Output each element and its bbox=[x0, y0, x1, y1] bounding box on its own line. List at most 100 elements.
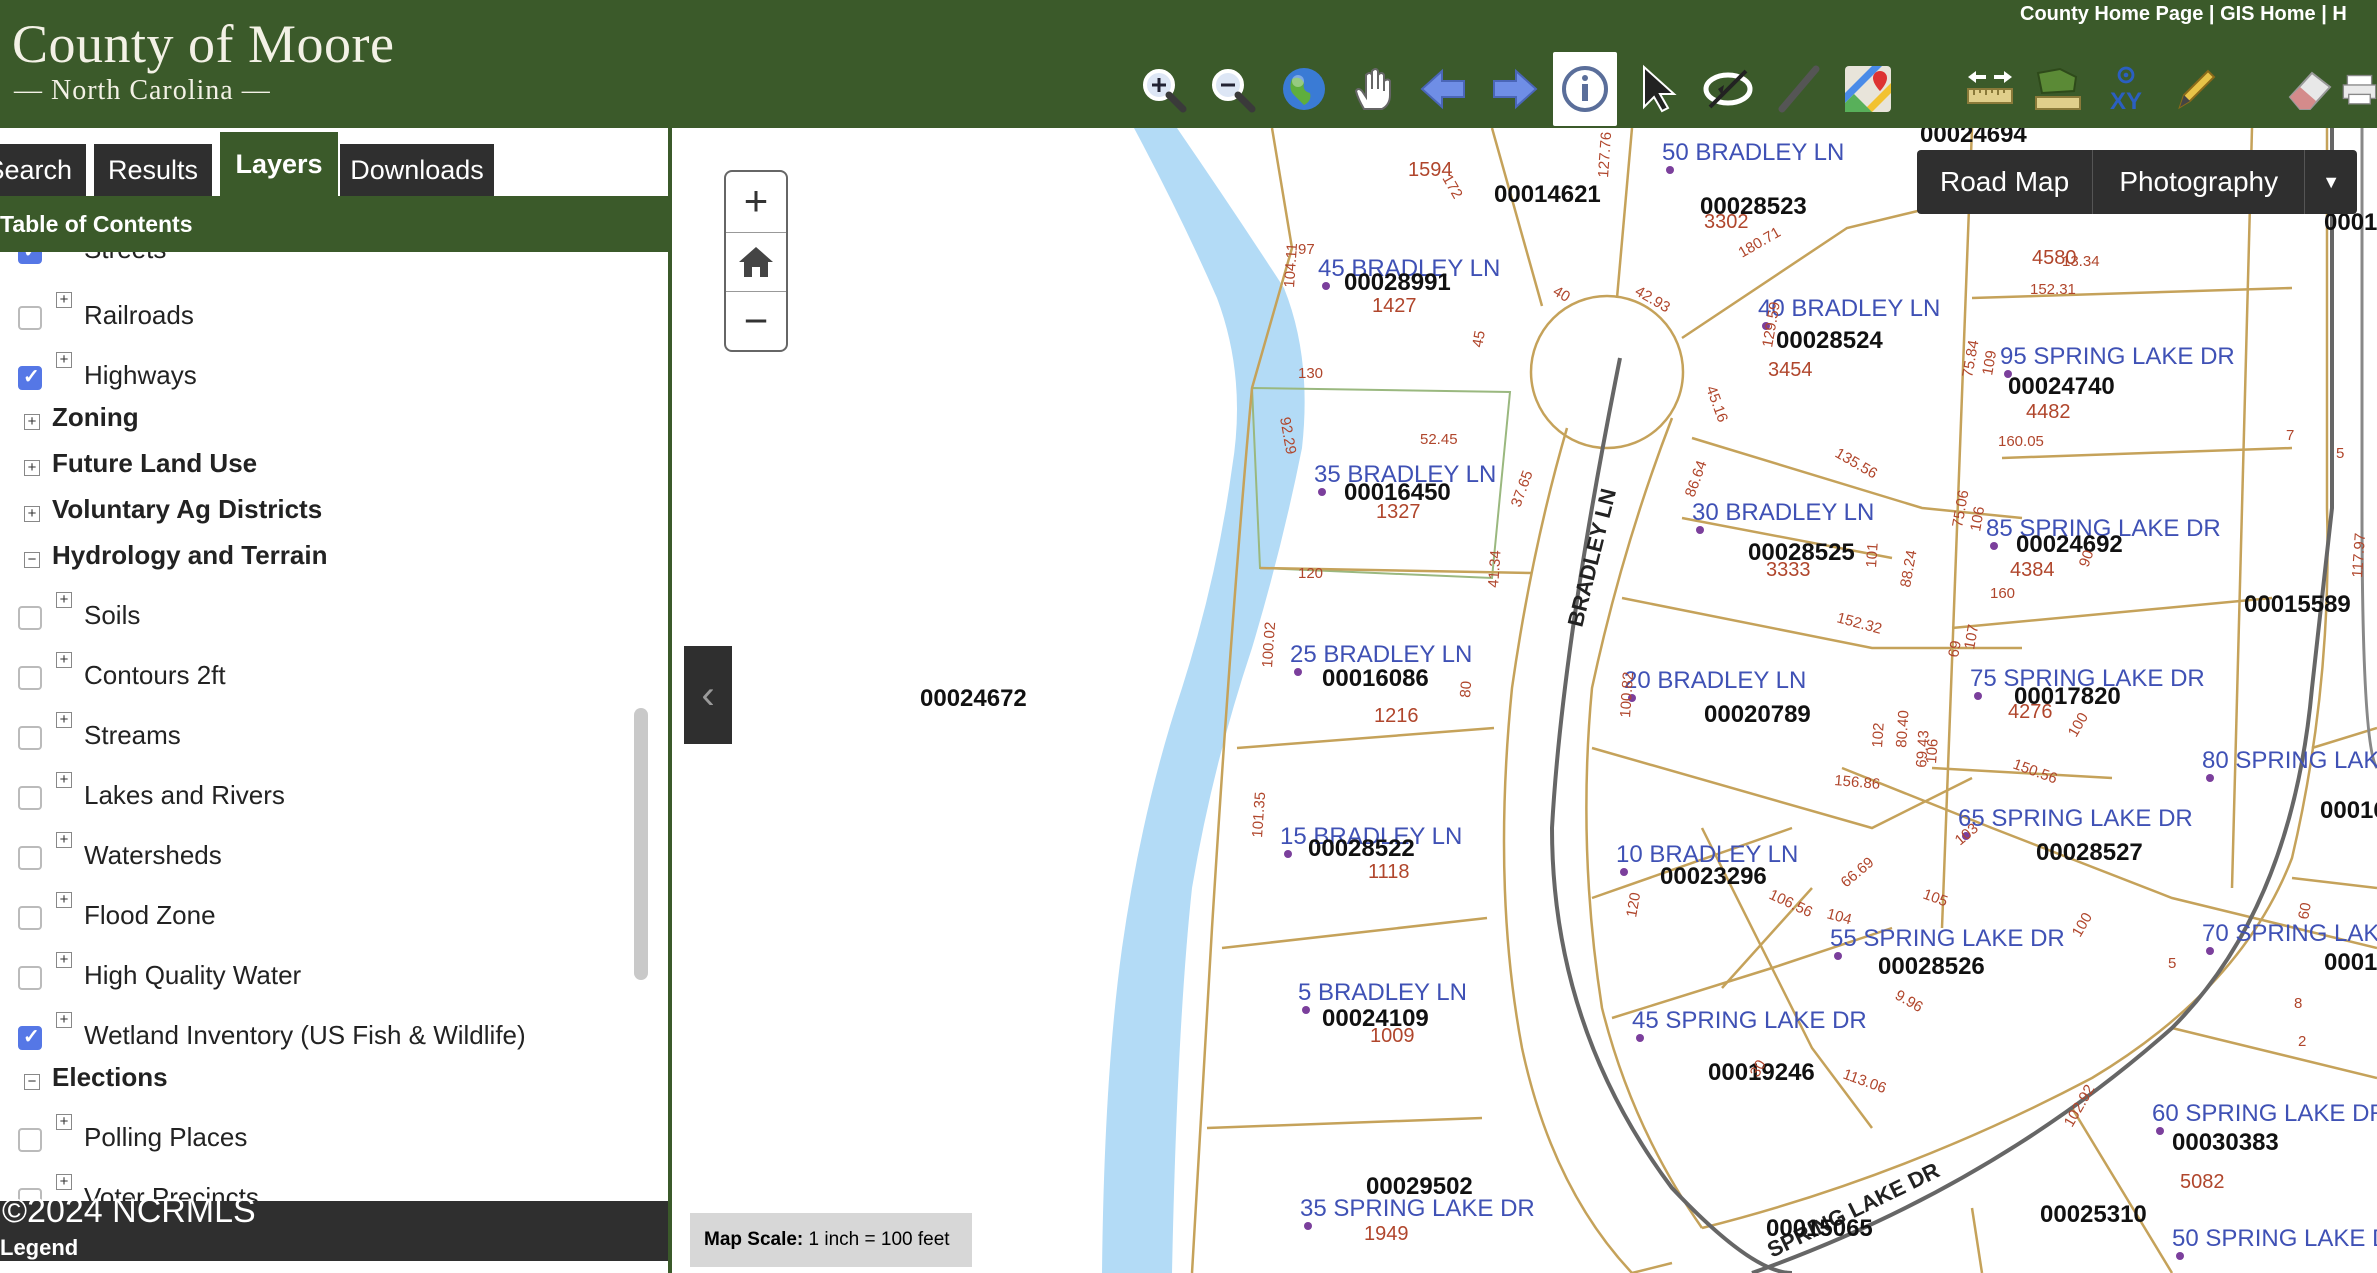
dimension-label: 120 bbox=[1623, 891, 1644, 919]
layer-checkbox-railroads[interactable] bbox=[18, 306, 42, 330]
previous-extent-tool[interactable] bbox=[1412, 52, 1476, 126]
measure-distance-tool[interactable] bbox=[1958, 52, 2022, 126]
next-extent-tool[interactable] bbox=[1482, 52, 1546, 126]
zoom-in-tool[interactable] bbox=[1131, 52, 1195, 126]
address-point-icon bbox=[1834, 952, 1842, 960]
left-panel: Search Results Layers Downloads Table of… bbox=[0, 128, 672, 1273]
layer-checkbox-flood-zone[interactable] bbox=[18, 906, 42, 930]
address-point-icon bbox=[1620, 868, 1628, 876]
group-row-voluntary-ag-districts[interactable]: + Voluntary Ag Districts bbox=[0, 490, 600, 530]
address-point-icon bbox=[1990, 542, 1998, 550]
tab-search-label: Search bbox=[0, 154, 72, 185]
group-row-future-land-use[interactable]: + Future Land Use bbox=[0, 444, 600, 484]
zoom-in-label: + bbox=[743, 177, 769, 224]
expand-icon[interactable]: + bbox=[56, 1114, 72, 1130]
expand-icon[interactable]: + bbox=[24, 460, 40, 476]
select-tool[interactable] bbox=[1626, 52, 1690, 126]
layer-row-highways[interactable]: + Highways bbox=[0, 352, 600, 392]
parcel-id-label: 00015065 bbox=[1766, 1215, 1873, 1242]
address-point-icon bbox=[1302, 1006, 1310, 1014]
expand-icon[interactable]: + bbox=[56, 772, 72, 788]
expand-icon[interactable]: + bbox=[56, 1012, 72, 1028]
toc-header: Table of Contents bbox=[0, 196, 668, 252]
layer-checkbox-watersheds[interactable] bbox=[18, 846, 42, 870]
print-tool[interactable] bbox=[2342, 52, 2377, 126]
group-row-elections[interactable]: − Elections bbox=[0, 1058, 600, 1098]
tab-results[interactable]: Results bbox=[94, 144, 212, 196]
zoom-in-button[interactable]: + bbox=[726, 172, 786, 230]
toc-scrollbar[interactable] bbox=[634, 708, 648, 980]
pan-tool[interactable] bbox=[1342, 52, 1406, 126]
top-links[interactable]: County Home Page | GIS Home | H bbox=[2020, 0, 2377, 28]
expand-icon[interactable]: + bbox=[56, 292, 72, 308]
expand-icon[interactable]: + bbox=[56, 892, 72, 908]
measure-area-tool[interactable] bbox=[2026, 52, 2090, 126]
layer-row-soils[interactable]: + Soils bbox=[0, 592, 600, 632]
layer-row-flood-zone[interactable]: + Flood Zone bbox=[0, 892, 600, 932]
layer-row-railroads[interactable]: + Railroads bbox=[0, 292, 600, 332]
logo-subtitle: — North Carolina — bbox=[14, 75, 271, 106]
collapse-icon[interactable]: − bbox=[24, 552, 40, 568]
collapse-panel-button[interactable]: ‹ bbox=[684, 646, 732, 744]
dimension-label: 40 bbox=[1550, 283, 1573, 306]
google-maps-tool[interactable] bbox=[1836, 52, 1900, 126]
group-row-zoning[interactable]: + Zoning bbox=[0, 398, 600, 438]
layer-row-high-quality-water[interactable]: + High Quality Water bbox=[0, 952, 600, 992]
toc-list[interactable]: + Streets + Railroads + Highways + Zonin… bbox=[0, 252, 650, 1202]
layer-row-contours[interactable]: + Contours 2ft bbox=[0, 652, 600, 692]
zoom-out-button[interactable]: − bbox=[726, 292, 786, 350]
layer-checkbox-streets[interactable] bbox=[18, 252, 42, 264]
layer-label: Polling Places bbox=[84, 1122, 248, 1152]
map-canvas[interactable]: BRADLEY LN SPRING LAKE DR 50 BRADLEY LN4… bbox=[672, 128, 2377, 1273]
group-label: Voluntary Ag Districts bbox=[52, 494, 323, 524]
identify-tool[interactable] bbox=[1553, 52, 1617, 126]
expand-icon[interactable]: + bbox=[56, 592, 72, 608]
xy-locate-tool[interactable]: XY bbox=[2094, 52, 2158, 126]
layer-row-watersheds[interactable]: + Watersheds bbox=[0, 832, 600, 872]
tab-downloads[interactable]: Downloads bbox=[340, 144, 494, 196]
group-row-hydrology-and-terrain[interactable]: − Hydrology and Terrain bbox=[0, 536, 600, 576]
basemap-photography[interactable]: Photography bbox=[2093, 150, 2306, 214]
tab-layers[interactable]: Layers bbox=[220, 132, 338, 196]
basemap-dropdown[interactable]: ▼ bbox=[2305, 150, 2357, 214]
home-button[interactable] bbox=[726, 232, 786, 292]
expand-icon[interactable]: + bbox=[24, 414, 40, 430]
layer-row-streets[interactable]: + Streets bbox=[0, 252, 600, 266]
tab-downloads-label: Downloads bbox=[350, 154, 484, 185]
layer-label: Soils bbox=[84, 600, 141, 630]
layer-row-streams[interactable]: + Streams bbox=[0, 712, 600, 752]
layer-checkbox-wetland-inventory[interactable] bbox=[18, 1024, 42, 1050]
layer-checkbox-streams[interactable] bbox=[18, 726, 42, 750]
expand-icon[interactable]: + bbox=[56, 832, 72, 848]
layer-checkbox-soils[interactable] bbox=[18, 606, 42, 630]
dimension-label: 150.56 bbox=[2011, 756, 2060, 788]
layer-row-polling-places[interactable]: + Polling Places bbox=[0, 1114, 600, 1154]
expand-icon[interactable]: + bbox=[56, 952, 72, 968]
county-logo[interactable]: County of Moore — North Carolina — bbox=[12, 14, 394, 108]
expand-icon[interactable]: + bbox=[24, 506, 40, 522]
layer-checkbox-contours[interactable] bbox=[18, 666, 42, 690]
collapse-icon[interactable]: − bbox=[24, 1074, 40, 1090]
expand-icon[interactable]: + bbox=[56, 352, 72, 368]
layer-checkbox-polling-places[interactable] bbox=[18, 1128, 42, 1152]
map-view[interactable]: BRADLEY LN SPRING LAKE DR 50 BRADLEY LN 4… bbox=[672, 128, 2377, 1273]
clear-selection-tool[interactable] bbox=[1696, 52, 1760, 126]
measure-line-tool[interactable] bbox=[1766, 52, 1830, 126]
dimension-label: 109 bbox=[1979, 349, 2000, 377]
basemap-road-map[interactable]: Road Map bbox=[1917, 150, 2094, 214]
address-label: 50 SPRING LAKE DR bbox=[2172, 1225, 2377, 1252]
layer-row-wetland-inventory[interactable]: + Wetland Inventory (US Fish & Wildlife) bbox=[0, 1012, 600, 1052]
expand-icon[interactable]: + bbox=[56, 712, 72, 728]
zoom-out-tool[interactable] bbox=[1200, 52, 1264, 126]
layer-checkbox-high-quality-water[interactable] bbox=[18, 966, 42, 990]
draw-tool[interactable] bbox=[2164, 52, 2228, 126]
full-extent-tool[interactable] bbox=[1272, 52, 1336, 126]
expand-icon[interactable]: + bbox=[56, 1174, 72, 1190]
layer-row-lakes-and-rivers[interactable]: + Lakes and Rivers bbox=[0, 772, 600, 812]
expand-icon[interactable]: + bbox=[56, 652, 72, 668]
layer-checkbox-highways[interactable] bbox=[18, 364, 42, 390]
eraser-tool[interactable] bbox=[2278, 52, 2342, 126]
tab-search[interactable]: Search bbox=[0, 144, 86, 196]
address-point-icon bbox=[2176, 1252, 2184, 1260]
layer-checkbox-lakes-and-rivers[interactable] bbox=[18, 786, 42, 810]
